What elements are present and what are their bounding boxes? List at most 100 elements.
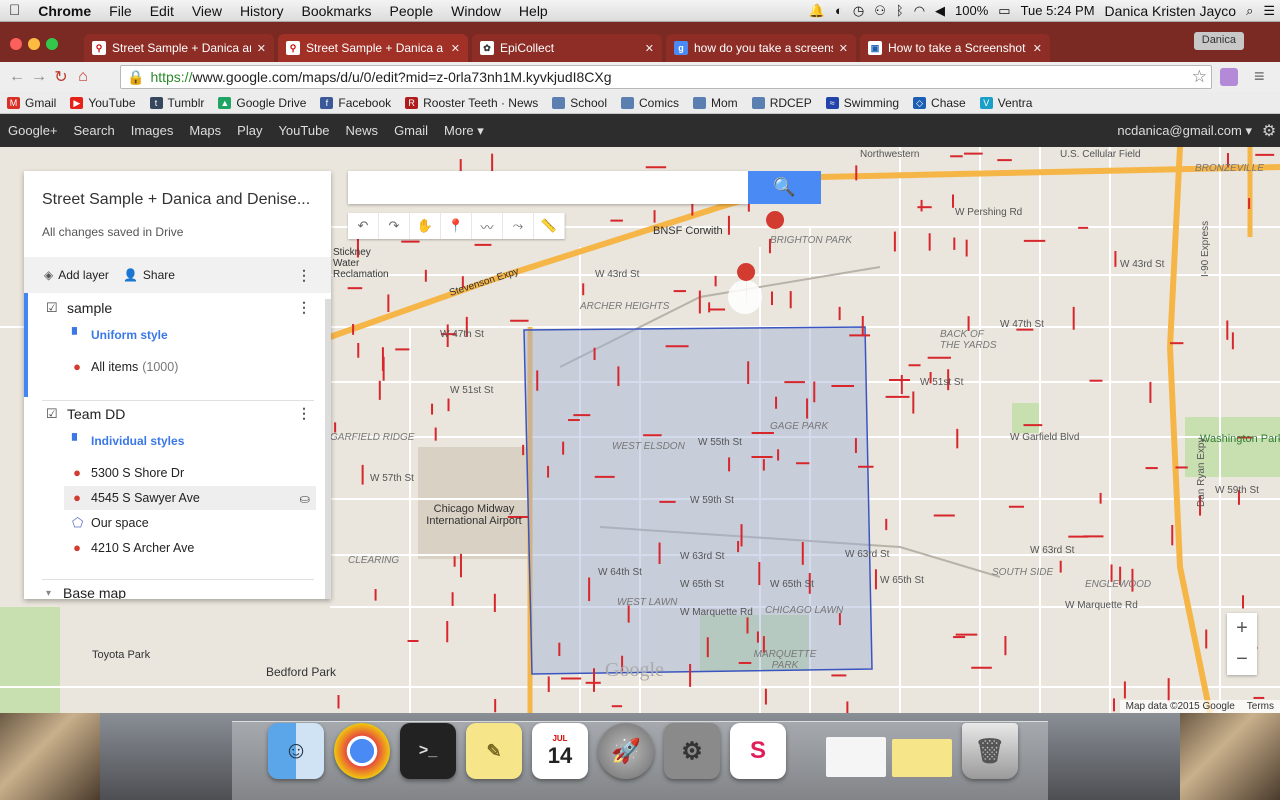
notification-center-icon[interactable]: ☰ [1258, 3, 1280, 19]
bookmark-facebook[interactable]: f Facebook [313, 96, 398, 110]
bookmark-star-icon[interactable]: ☆ [1192, 67, 1207, 87]
home-icon[interactable]: ⌂ [72, 68, 94, 86]
account-menu[interactable]: ncdanica@gmail.com ▾ [1109, 123, 1258, 139]
add-layer-button[interactable]: ◈ Add layer [44, 268, 109, 282]
layer-style-link[interactable]: ▘ Uniform style [72, 323, 331, 347]
clock[interactable]: Tue 5:24 PM [1016, 3, 1100, 18]
settings-gear-icon[interactable]: ⚙ [1258, 121, 1280, 141]
tab-close-icon[interactable]: ✕ [645, 42, 654, 55]
redo-icon[interactable]: ↷ [379, 213, 410, 239]
bookmark-rooster-teeth[interactable]: R Rooster Teeth · News [398, 96, 545, 110]
layer-item-sawyer[interactable]: ● 4545 S Sawyer Ave ⛀ [64, 486, 316, 510]
tab-close-icon[interactable]: ✕ [1033, 42, 1042, 55]
bookmark-rdcep[interactable]: RDCEP [745, 96, 819, 110]
binoculars-icon[interactable]: ⚇ [869, 3, 891, 19]
gbar-play[interactable]: Play [229, 123, 270, 138]
bookmark-tumblr[interactable]: t Tumblr [143, 96, 212, 110]
status-icon[interactable]: ◐ [830, 3, 848, 18]
tab-close-icon[interactable]: ✕ [257, 42, 266, 55]
wifi-icon[interactable]: ◠ [909, 3, 930, 19]
finder-icon[interactable]: ☺ [268, 723, 324, 779]
terminal-icon[interactable]: >_ [400, 723, 456, 779]
share-button[interactable]: 👤 Share [123, 268, 175, 282]
bookmark-chase[interactable]: ◇ Chase [906, 96, 973, 110]
gbar-images[interactable]: Images [123, 123, 182, 138]
tab-street-sample-1[interactable]: ⚲ Street Sample + Danica an ✕ [84, 34, 274, 62]
gbar-news[interactable]: News [338, 123, 387, 138]
zoom-out-button[interactable]: − [1236, 644, 1248, 675]
gbar-more[interactable]: More ▾ [436, 123, 492, 139]
draw-line-icon[interactable]: 〰 [472, 213, 503, 239]
forward-icon[interactable]: → [28, 68, 50, 86]
layer-checkbox[interactable]: ☑ [46, 300, 60, 315]
tab-epicollect[interactable]: ✿ EpiCollect ✕ [472, 34, 662, 62]
spotlight-icon[interactable]: ⌕ [1241, 3, 1258, 19]
bookmark-swimming[interactable]: ≈ Swimming [819, 96, 906, 110]
layer-item-shore[interactable]: ● 5300 S Shore Dr [72, 461, 331, 485]
battery-icon[interactable]: ▭ [993, 3, 1015, 19]
map-search-input[interactable] [348, 171, 748, 204]
layer-item-archer[interactable]: ● 4210 S Archer Ave [72, 536, 331, 560]
system-preferences-icon[interactable]: ⚙ [664, 723, 720, 779]
zoom-in-button[interactable]: + [1236, 613, 1248, 644]
gbar-google-plus[interactable]: Google+ [0, 123, 66, 138]
panel-scrollbar[interactable] [325, 299, 331, 599]
bookmark-ventra[interactable]: V Ventra [973, 96, 1040, 110]
bookmark-google-drive[interactable]: ▲ Google Drive [211, 96, 313, 110]
volume-icon[interactable]: ◀ [930, 3, 950, 19]
map-search-button[interactable]: 🔍 [748, 171, 821, 204]
minimize-window-icon[interactable] [28, 38, 40, 50]
bookmark-mom[interactable]: Mom [686, 96, 745, 110]
layer-name[interactable]: Team DD [67, 402, 331, 426]
app-menu[interactable]: Chrome [29, 3, 100, 19]
measure-ruler-icon[interactable]: 📏 [534, 213, 565, 239]
more-options-icon[interactable]: ⋮ [297, 267, 311, 284]
menu-edit[interactable]: Edit [141, 3, 183, 19]
menu-help[interactable]: Help [510, 3, 557, 19]
extension-icon[interactable] [1220, 68, 1238, 86]
pan-hand-icon[interactable]: ✋ [410, 213, 441, 239]
tab-street-sample-2[interactable]: ⚲ Street Sample + Danica a ✕ [278, 34, 468, 62]
address-bar[interactable]: 🔒 https://www.google.com/maps/d/u/0/edit… [120, 65, 1212, 89]
style-bucket-icon[interactable]: ⛀ [300, 491, 310, 506]
layer-item-our-space[interactable]: ⬠ Our space [72, 511, 331, 535]
user-name[interactable]: Danica Kristen Jayco [1100, 3, 1242, 19]
bookmark-gmail[interactable]: M Gmail [0, 96, 63, 110]
layer-name[interactable]: sample [67, 296, 331, 320]
profile-button[interactable]: Danica [1193, 32, 1244, 50]
terms-link[interactable]: Terms [1247, 701, 1274, 712]
menu-bookmarks[interactable]: Bookmarks [293, 3, 381, 19]
notes-icon[interactable]: ✎ [466, 723, 522, 779]
menu-history[interactable]: History [231, 3, 293, 19]
undo-icon[interactable]: ↶ [348, 213, 379, 239]
layer-checkbox[interactable]: ☑ [46, 406, 60, 421]
gbar-gmail[interactable]: Gmail [386, 123, 436, 138]
map-title[interactable]: Street Sample + Danica and Denise... [42, 191, 322, 209]
menu-view[interactable]: View [183, 3, 231, 19]
layer-options-icon[interactable]: ⋮ [297, 299, 311, 316]
layer-style-link[interactable]: ▘ Individual styles [72, 429, 331, 453]
map-canvas[interactable]: Northwestern U.S. Cellular Field W Persh… [0, 147, 1280, 713]
bookmark-comics[interactable]: Comics [614, 96, 686, 110]
apple-menu-icon[interactable]:  [0, 2, 29, 19]
menu-file[interactable]: File [100, 3, 141, 19]
tab-how-screenshot[interactable]: g how do you take a screens ✕ [666, 34, 856, 62]
chrome-icon[interactable] [334, 723, 390, 779]
trash-icon[interactable]: 🗑 [962, 723, 1018, 779]
gbar-youtube[interactable]: YouTube [270, 123, 337, 138]
time-machine-icon[interactable]: ◷ [848, 3, 869, 19]
tab-close-icon[interactable]: ✕ [839, 42, 848, 55]
layer-options-icon[interactable]: ⋮ [297, 405, 311, 422]
close-window-icon[interactable] [10, 38, 22, 50]
bookmark-school[interactable]: School [545, 96, 614, 110]
notification-icon[interactable]: 🔔 [804, 3, 830, 19]
calendar-window-thumbnail[interactable] [826, 737, 886, 777]
directions-icon[interactable]: ⤳ [503, 213, 534, 239]
add-marker-icon[interactable]: 📍 [441, 213, 472, 239]
zoom-window-icon[interactable] [46, 38, 58, 50]
calendar-icon[interactable]: JUL 14 [532, 723, 588, 779]
gbar-search[interactable]: Search [66, 123, 123, 138]
base-map-toggle[interactable]: ▾ Base map [46, 581, 331, 599]
chrome-menu-icon[interactable]: ≡ [1254, 66, 1265, 87]
bluetooth-icon[interactable]: ᛒ [891, 3, 909, 18]
